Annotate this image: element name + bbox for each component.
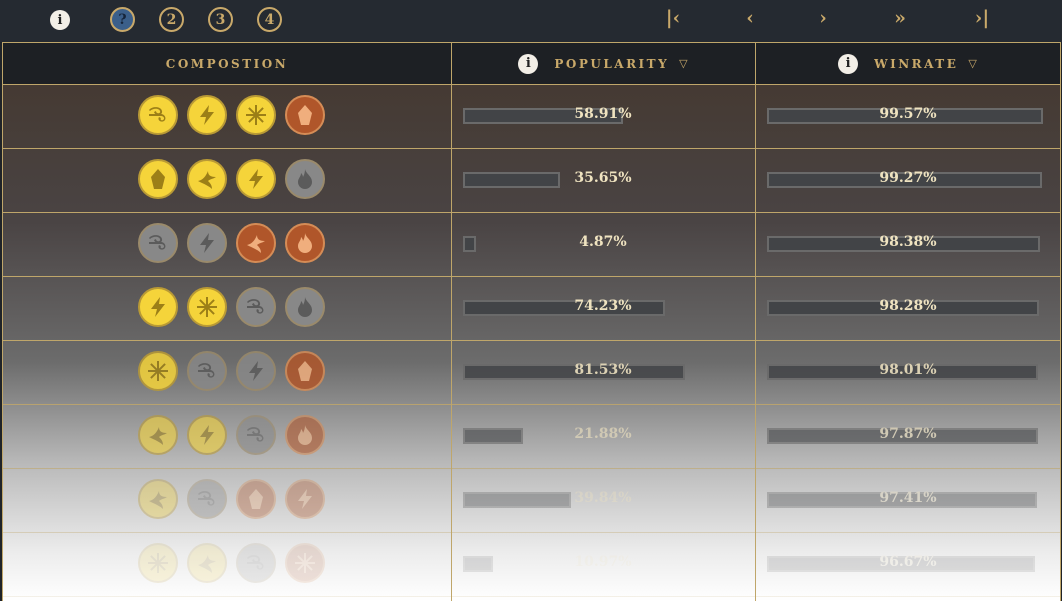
popularity-bar [463,300,665,316]
wind-icon[interactable] [138,223,178,263]
composition-icons [138,351,325,391]
fire-icon[interactable] [285,159,325,199]
table-row[interactable]: 35.65% 99.27% [3,149,1060,213]
ice-icon[interactable] [285,543,325,583]
table-row[interactable]: 10.97% 96.67% [3,533,1060,597]
column-divider [755,42,756,601]
column-divider [451,42,452,601]
wind-icon[interactable] [187,351,227,391]
header-popularity-label: POPULARITY [554,56,670,71]
wind-icon[interactable] [187,479,227,519]
winrate-value: 96.67% [879,554,937,570]
popularity-value: 10.97% [574,554,632,570]
ice-icon[interactable] [138,351,178,391]
bird-icon[interactable] [236,223,276,263]
winrate-value: 99.57% [879,106,937,122]
ice-icon[interactable] [138,543,178,583]
bird-icon[interactable] [187,159,227,199]
bird-icon[interactable] [187,543,227,583]
popularity-value: 81.53% [574,362,632,378]
popularity-bar [463,492,571,508]
table-row[interactable]: 74.23% 98.28% [3,277,1060,341]
first-page-button[interactable]: |‹ [658,6,688,30]
header-popularity[interactable]: i POPULARITY ▽ [451,42,755,85]
popularity-value: 4.87% [579,234,627,250]
lightning-icon[interactable] [187,95,227,135]
step-button-3[interactable]: 3 [208,7,233,32]
lightning-icon[interactable] [236,351,276,391]
composition-icons [138,159,325,199]
popularity-bar [463,428,523,444]
composition-icons [138,479,325,519]
table-row[interactable]: 21.88% 97.87% [3,405,1060,469]
header-winrate-label: WINRATE [874,56,959,71]
fire-icon[interactable] [285,415,325,455]
popularity-value: 35.65% [574,170,632,186]
step-button-2[interactable]: 2 [159,7,184,32]
fire-icon[interactable] [285,287,325,327]
bird-icon[interactable] [138,479,178,519]
winrate-info-icon[interactable]: i [838,53,859,74]
wind-icon[interactable] [236,415,276,455]
prev-page-button[interactable]: ‹ [735,6,765,30]
table-row[interactable]: 4.87% 98.38% [3,213,1060,277]
wind-icon[interactable] [138,95,178,135]
popularity-bar [463,172,560,188]
winrate-value: 97.87% [879,426,937,442]
earth-icon[interactable] [236,479,276,519]
fire-icon[interactable] [285,223,325,263]
table-row[interactable]: 81.53% 98.01% [3,341,1060,405]
winrate-value: 98.01% [879,362,937,378]
composition-table: COMPOSTION i POPULARITY ▽ i WINRATE ▽ 58… [2,42,1061,601]
ice-icon[interactable] [187,287,227,327]
composition-icons [138,543,325,583]
table-row[interactable]: 58.91% 99.57% [3,85,1060,149]
popularity-info-icon[interactable]: i [518,53,539,74]
sort-popularity-icon[interactable]: ▽ [679,57,687,70]
next-page-button[interactable]: › [808,6,838,30]
winrate-value: 99.27% [879,170,937,186]
composition-icons [138,415,325,455]
composition-icons [138,287,325,327]
lightning-icon[interactable] [138,287,178,327]
popularity-value: 21.88% [574,426,632,442]
header-composition-label: COMPOSTION [165,56,289,71]
sort-winrate-icon[interactable]: ▽ [968,57,976,70]
popularity-bar [463,236,476,252]
step-button-4[interactable]: 4 [257,7,282,32]
popularity-bar [463,556,493,572]
last-page-button[interactable]: ›| [967,6,997,30]
winrate-value: 97.41% [879,490,937,506]
earth-icon[interactable] [285,95,325,135]
wind-icon[interactable] [236,543,276,583]
table-row[interactable]: 39.84% 97.41% [3,469,1060,533]
popularity-value: 39.84% [574,490,632,506]
header-composition[interactable]: COMPOSTION [3,42,451,85]
earth-icon[interactable] [285,351,325,391]
winrate-value: 98.28% [879,298,937,314]
fast-forward-button[interactable]: » [885,6,915,30]
composition-icons [138,223,325,263]
lightning-icon[interactable] [187,415,227,455]
step-button-help[interactable]: ? [110,7,135,32]
lightning-icon[interactable] [236,159,276,199]
top-bar: i ? 2 3 4 |‹ ‹ › » ›| [0,0,1062,42]
bird-icon[interactable] [138,415,178,455]
wind-icon[interactable] [236,287,276,327]
earth-icon[interactable] [138,159,178,199]
ice-icon[interactable] [236,95,276,135]
composition-icons [138,95,325,135]
header-winrate[interactable]: i WINRATE ▽ [755,42,1060,85]
lightning-icon[interactable] [187,223,227,263]
popularity-value: 58.91% [574,106,632,122]
info-icon[interactable]: i [50,10,70,30]
popularity-value: 74.23% [574,298,632,314]
winrate-value: 98.38% [879,234,937,250]
lightning-icon[interactable] [285,479,325,519]
